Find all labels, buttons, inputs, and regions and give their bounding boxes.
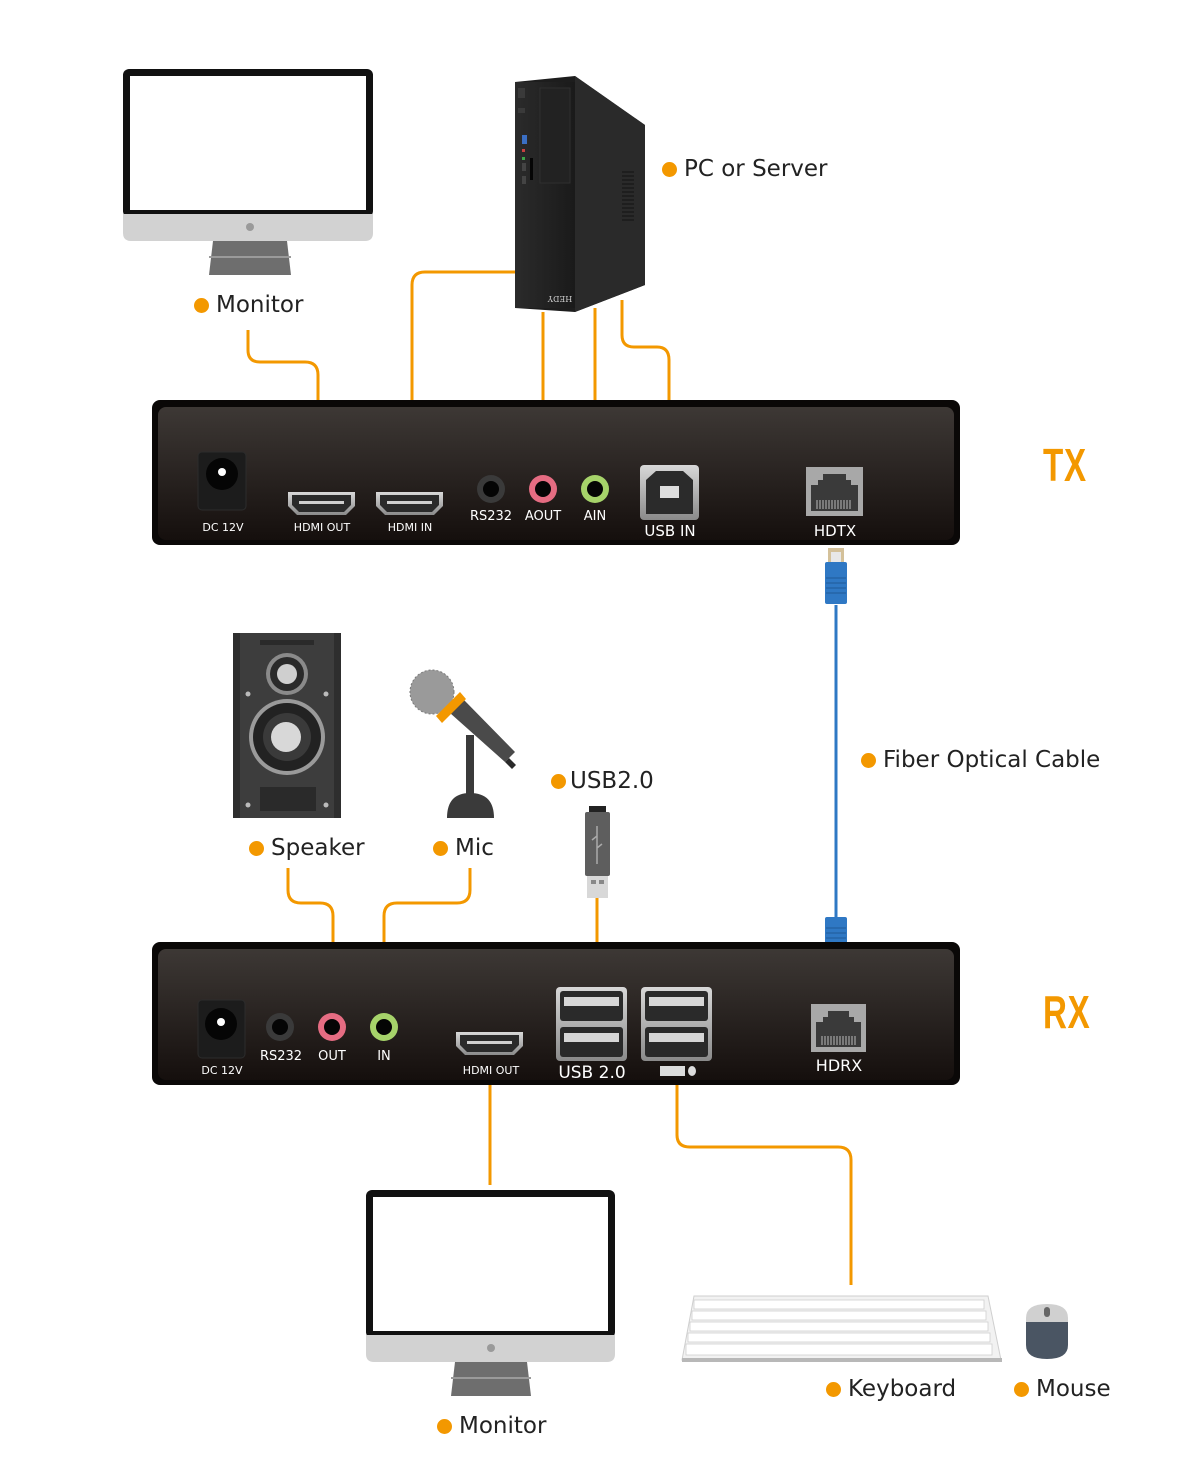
label-tx-monitor: Monitor bbox=[194, 292, 303, 318]
label-keyboard: Keyboard bbox=[826, 1376, 956, 1402]
rx-monitor-icon bbox=[366, 1190, 615, 1396]
rx-in-label: IN bbox=[377, 1049, 391, 1064]
pc-brand-label: HEDY bbox=[547, 294, 572, 303]
label-pc: PC or Server bbox=[662, 156, 828, 182]
rx-rs232-label: RS232 bbox=[260, 1049, 302, 1064]
tx-aout-label: AOUT bbox=[525, 509, 561, 524]
bullet-icon bbox=[551, 773, 566, 789]
bullet-icon bbox=[194, 297, 209, 313]
diagram-canvas: HEDY DC 12V HDMI OUT HDMI IN RS232 AOUT … bbox=[123, 69, 1068, 1396]
label-text: Keyboard bbox=[848, 1376, 957, 1402]
top-connector bbox=[825, 548, 847, 604]
mic-icon bbox=[409, 669, 516, 818]
speaker-icon bbox=[233, 633, 341, 818]
rx-unit: DC 12V RS232 OUT IN HDMI OUT USB 2.0 HDR… bbox=[152, 942, 960, 1085]
rx-hdmi-out-label: HDMI OUT bbox=[463, 1064, 520, 1077]
label-speaker: Speaker bbox=[249, 835, 365, 861]
rx-dc-label: DC 12V bbox=[201, 1064, 243, 1077]
label-text: Monitor bbox=[459, 1413, 547, 1439]
bullet-icon bbox=[861, 752, 876, 768]
rx-in-port bbox=[370, 1013, 398, 1041]
bullet-icon bbox=[662, 161, 677, 177]
label-usb-drive: USB2.0 bbox=[551, 768, 654, 794]
tx-dc-port bbox=[197, 451, 247, 511]
tx-dc-label: DC 12V bbox=[202, 521, 244, 534]
rx-unit-tag: RX bbox=[1043, 986, 1091, 1038]
usb-drive-icon bbox=[585, 806, 610, 898]
tx-aout-port bbox=[529, 475, 557, 503]
keyboard-icon bbox=[681, 1295, 1002, 1362]
bullet-icon bbox=[1014, 1381, 1029, 1397]
tx-usb-in-label: USB IN bbox=[644, 522, 695, 540]
rx-rs232-port bbox=[266, 1013, 294, 1041]
tx-hdmi-out-label: HDMI OUT bbox=[294, 521, 351, 534]
bullet-icon bbox=[437, 1418, 452, 1434]
tx-ain-label: AIN bbox=[584, 509, 606, 524]
keyboard-mouse-symbol-icon bbox=[660, 1066, 696, 1076]
label-rx-monitor: Monitor bbox=[437, 1413, 546, 1439]
tx-hdmi-out-port bbox=[288, 492, 355, 515]
rx-usb-label: USB 2.0 bbox=[558, 1063, 625, 1083]
rx-hdmi-out-port bbox=[456, 1032, 523, 1055]
label-text: USB2.0 bbox=[570, 768, 654, 794]
tx-unit-tag: TX bbox=[1043, 439, 1087, 491]
tx-rs232-port bbox=[477, 475, 505, 503]
rx-hdrx-label: HDRX bbox=[816, 1056, 862, 1075]
tx-usb-in-port bbox=[640, 465, 699, 520]
tx-hdtx-port bbox=[806, 467, 863, 516]
label-text: Fiber Optical Cable bbox=[883, 747, 1101, 773]
label-text: Mouse bbox=[1036, 1376, 1111, 1402]
label-fiber: Fiber Optical Cable bbox=[861, 747, 1100, 773]
bullet-icon bbox=[826, 1381, 841, 1397]
label-mic: Mic bbox=[433, 835, 494, 861]
tx-monitor-icon bbox=[123, 69, 373, 275]
pc-tower-icon: HEDY bbox=[515, 76, 645, 312]
mouse-icon bbox=[1026, 1304, 1068, 1359]
rx-out-label: OUT bbox=[318, 1049, 346, 1064]
tx-ain-port bbox=[581, 475, 609, 503]
rx-out-port bbox=[318, 1013, 346, 1041]
tx-rs232-label: RS232 bbox=[470, 509, 512, 524]
kvm-extender-connection-diagram: HEDY DC 12V HDMI OUT HDMI IN RS232 AOUT … bbox=[0, 0, 1200, 1471]
bullet-icon bbox=[433, 840, 448, 856]
tx-unit: DC 12V HDMI OUT HDMI IN RS232 AOUT AIN U… bbox=[152, 400, 960, 545]
tx-hdmi-in-label: HDMI IN bbox=[388, 521, 432, 534]
cable-keyboard-mouse bbox=[675, 1082, 853, 1285]
tx-hdmi-in-port bbox=[376, 492, 443, 515]
rx-hdrx-port bbox=[811, 1004, 866, 1052]
label-text: Speaker bbox=[271, 835, 365, 861]
label-text: Monitor bbox=[216, 292, 304, 318]
label-text: Mic bbox=[455, 835, 494, 861]
fiber-optical-cable bbox=[825, 548, 847, 977]
rx-dc-port bbox=[197, 999, 246, 1059]
bullet-icon bbox=[249, 840, 264, 856]
tx-hdtx-label: HDTX bbox=[814, 522, 856, 540]
label-mouse: Mouse bbox=[1014, 1376, 1111, 1402]
label-text: PC or Server bbox=[684, 156, 828, 182]
